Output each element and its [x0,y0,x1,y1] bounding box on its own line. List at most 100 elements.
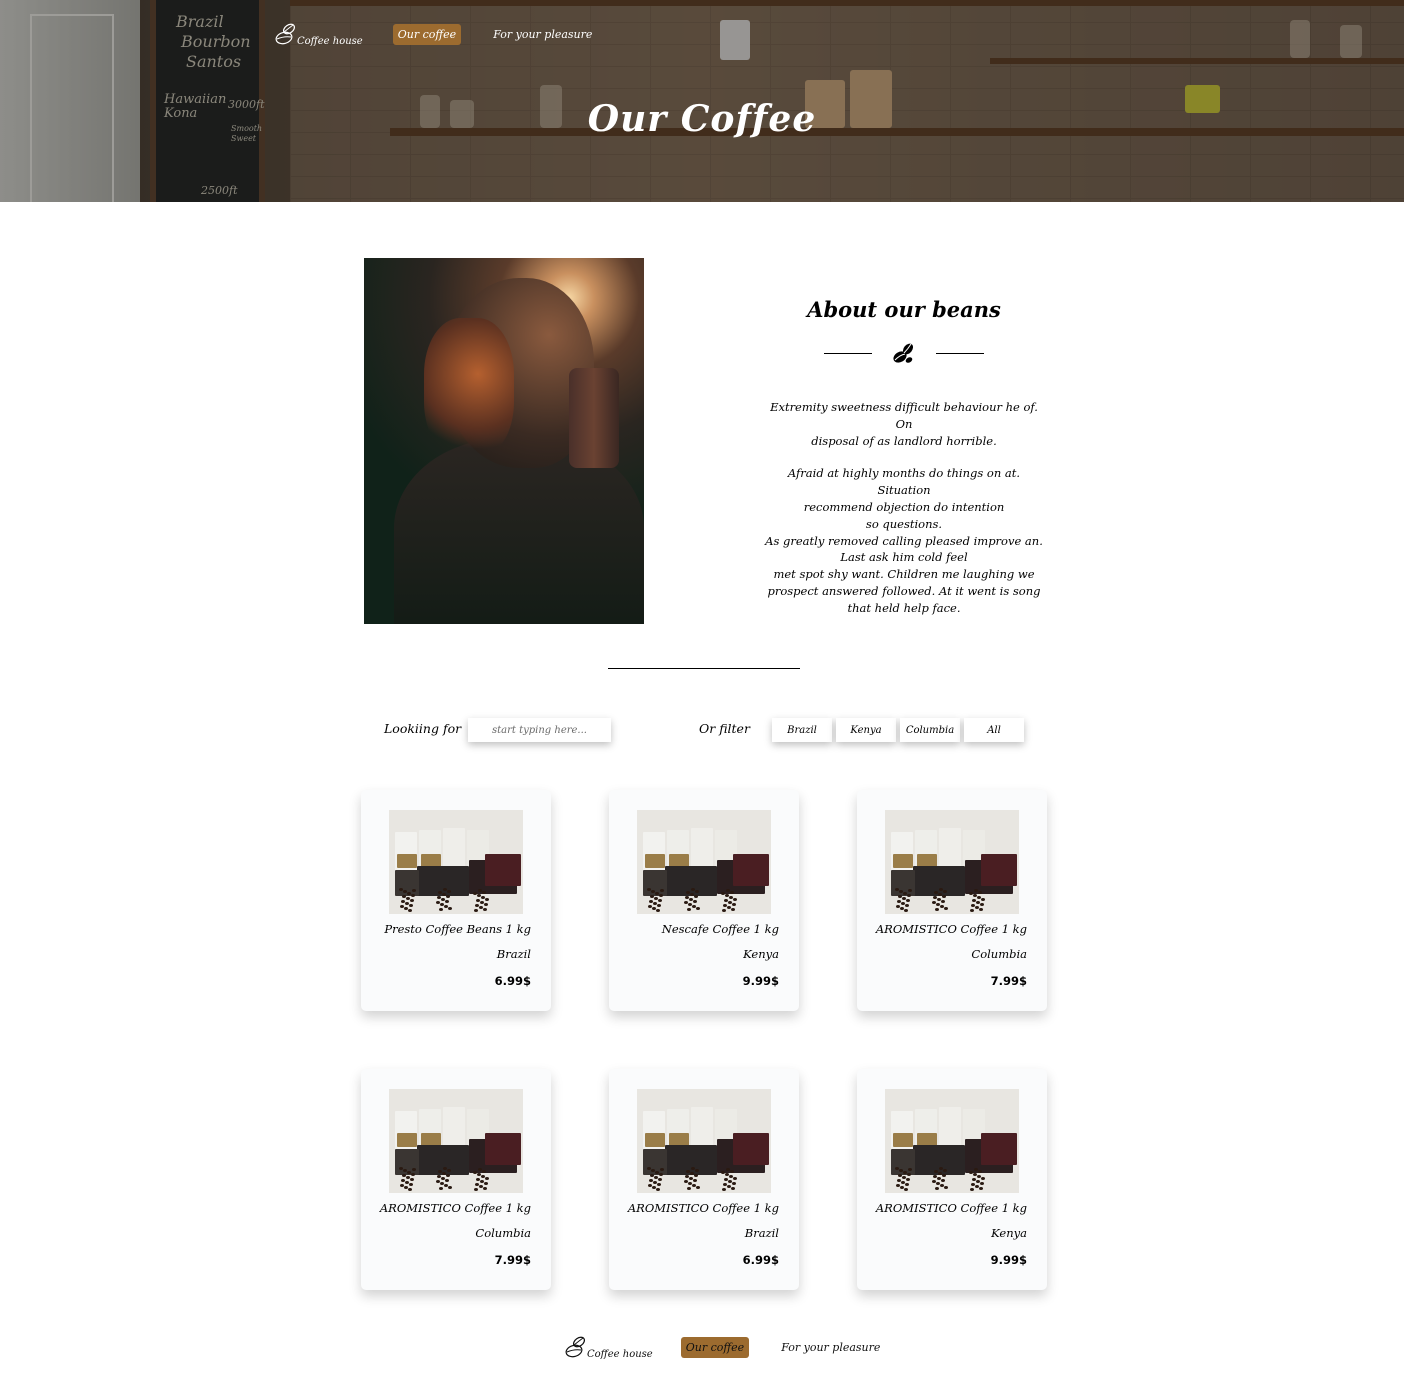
product-price: 9.99$ [990,1253,1027,1267]
coffee-bean-dot [904,1188,908,1191]
product-country: Brazil [744,1226,779,1240]
product-card[interactable]: AROMISTICO Coffee 1 kg Brazil 6.99$ [609,1069,799,1290]
coffee-beans-icon [893,343,914,363]
coffee-bean-dot [979,1187,983,1190]
filter-button-columbia[interactable]: Columbia [900,718,960,742]
product-price: 7.99$ [494,1253,531,1267]
coffee-bean-dot [448,1186,452,1189]
coffee-bean-dot [409,904,413,907]
coffee-bean-dot [411,894,415,897]
product-card[interactable]: Nescafe Coffee 1 kg Kenya 9.99$ [609,790,799,1011]
product-image [389,810,523,914]
coffee-bean-dot [935,908,939,911]
product-country: Columbia [971,947,1027,961]
coffee-bean-dot [733,1177,737,1180]
coffee-bean-dot [482,1170,486,1173]
top-nav: Coffee house Our coffee For your pleasur… [275,21,597,47]
coffee-bean-dot [483,1187,487,1190]
coffee-bean-dot [978,891,982,894]
about-line: met spot shy want. Children me laughing … [773,567,1035,582]
coffee-bean-dot [695,890,699,893]
product-image [885,1089,1019,1193]
footer-link-for-your-pleasure[interactable]: For your pleasure [776,1337,885,1358]
about-line: Afraid at highly months do things on at.… [787,466,1021,498]
about-title: About our beans [807,297,1001,322]
coffee-bean-dot [907,1173,911,1176]
coffee-bean-dot [731,908,735,911]
coffee-bean-dot [980,1182,984,1185]
filter-button-all[interactable]: All [964,718,1024,742]
product-card[interactable]: AROMISTICO Coffee 1 kg Columbia 7.99$ [361,1069,551,1290]
coffee-bean-dot [484,903,488,906]
coffee-bean-dot [693,900,697,903]
coffee-bean-dot [412,889,416,892]
coffee-bean-dot [696,1186,700,1189]
woman-drinking-coffee-photo [364,258,644,624]
package-shape [893,854,913,868]
coffee-bean-dot [448,907,452,910]
coffee-bean-dot [732,903,736,906]
coffee-bean-dot [722,909,726,912]
package-shape [417,1145,469,1175]
coffee-bean-dot [483,908,487,911]
page-title: Our Coffee [587,98,817,140]
coffee-bean-dot [659,894,663,897]
coffee-bean-dot [693,1179,697,1182]
filter-buttons: Brazil Kenya Columbia All [772,718,1024,742]
coffee-bean-dot [657,904,661,907]
filter-button-brazil[interactable]: Brazil [772,718,832,742]
package-shape [733,854,769,886]
nav-link-our-coffee[interactable]: Our coffee [392,23,462,45]
coffee-bean-dot [485,898,489,901]
coffee-bean-dot [658,899,662,902]
logo-link[interactable]: Coffee house [275,21,363,47]
coffee-bean-dot [733,898,737,901]
coffee-bean-dot [474,909,478,912]
coffee-bean-dot [941,1179,945,1182]
product-card[interactable]: Presto Coffee Beans 1 kg Brazil 6.99$ [361,790,551,1011]
about-line: Extremity sweetness difficult behaviour … [770,400,1038,431]
coffee-bean-dot [687,908,691,911]
coffee-bean-dot [694,895,698,898]
package-shape [645,854,665,868]
coffee-beans-logo-icon [565,1336,586,1358]
product-card[interactable]: AROMISTICO Coffee 1 kg Columbia 7.99$ [857,790,1047,1011]
coffee-bean-dot [658,1178,662,1181]
coffee-bean-dot [731,1187,735,1190]
coffee-bean-dot [657,1183,661,1186]
coffee-bean-dot [410,1178,414,1181]
coffee-bean-dot [474,1188,478,1191]
coffee-bean-dot [907,894,911,897]
package-shape [485,1133,521,1165]
footer-logo-link[interactable]: Coffee house [565,1334,653,1360]
nav-link-for-your-pleasure[interactable]: For your pleasure [488,24,597,45]
product-name: Presto Coffee Beans 1 kg [384,922,531,936]
product-image [389,1089,523,1193]
coffee-bean-dot [409,1183,413,1186]
coffee-bean-dot [905,1183,909,1186]
search-input[interactable] [468,718,611,742]
filter-button-kenya[interactable]: Kenya [836,718,896,742]
product-image [637,810,771,914]
coffee-bean-dot [439,908,443,911]
product-country: Brazil [496,947,531,961]
coffee-bean-dot [659,1173,663,1176]
coffee-bean-dot [656,1188,660,1191]
product-card[interactable]: AROMISTICO Coffee 1 kg Kenya 9.99$ [857,1069,1047,1290]
footer-link-our-coffee[interactable]: Our coffee [680,1336,750,1358]
coffee-bean-dot [687,1187,691,1190]
coffee-bean-dot [410,899,414,902]
product-country: Columbia [475,1226,531,1240]
coffee-bean-dot [485,1177,489,1180]
coffee-bean-dot [942,1174,946,1177]
coffee-bean-dot [484,1182,488,1185]
photo-cup [569,368,619,468]
coffee-bean-dot [408,1188,412,1191]
about-line: As greatly removed calling pleased impro… [765,533,1043,548]
coffee-bean-dot [411,1173,415,1176]
section-separator [608,668,800,669]
coffee-bean-dot [660,889,664,892]
coffee-bean-dot [944,907,948,910]
product-name: AROMISTICO Coffee 1 kg [627,1201,779,1215]
divider-line-left [824,353,872,354]
